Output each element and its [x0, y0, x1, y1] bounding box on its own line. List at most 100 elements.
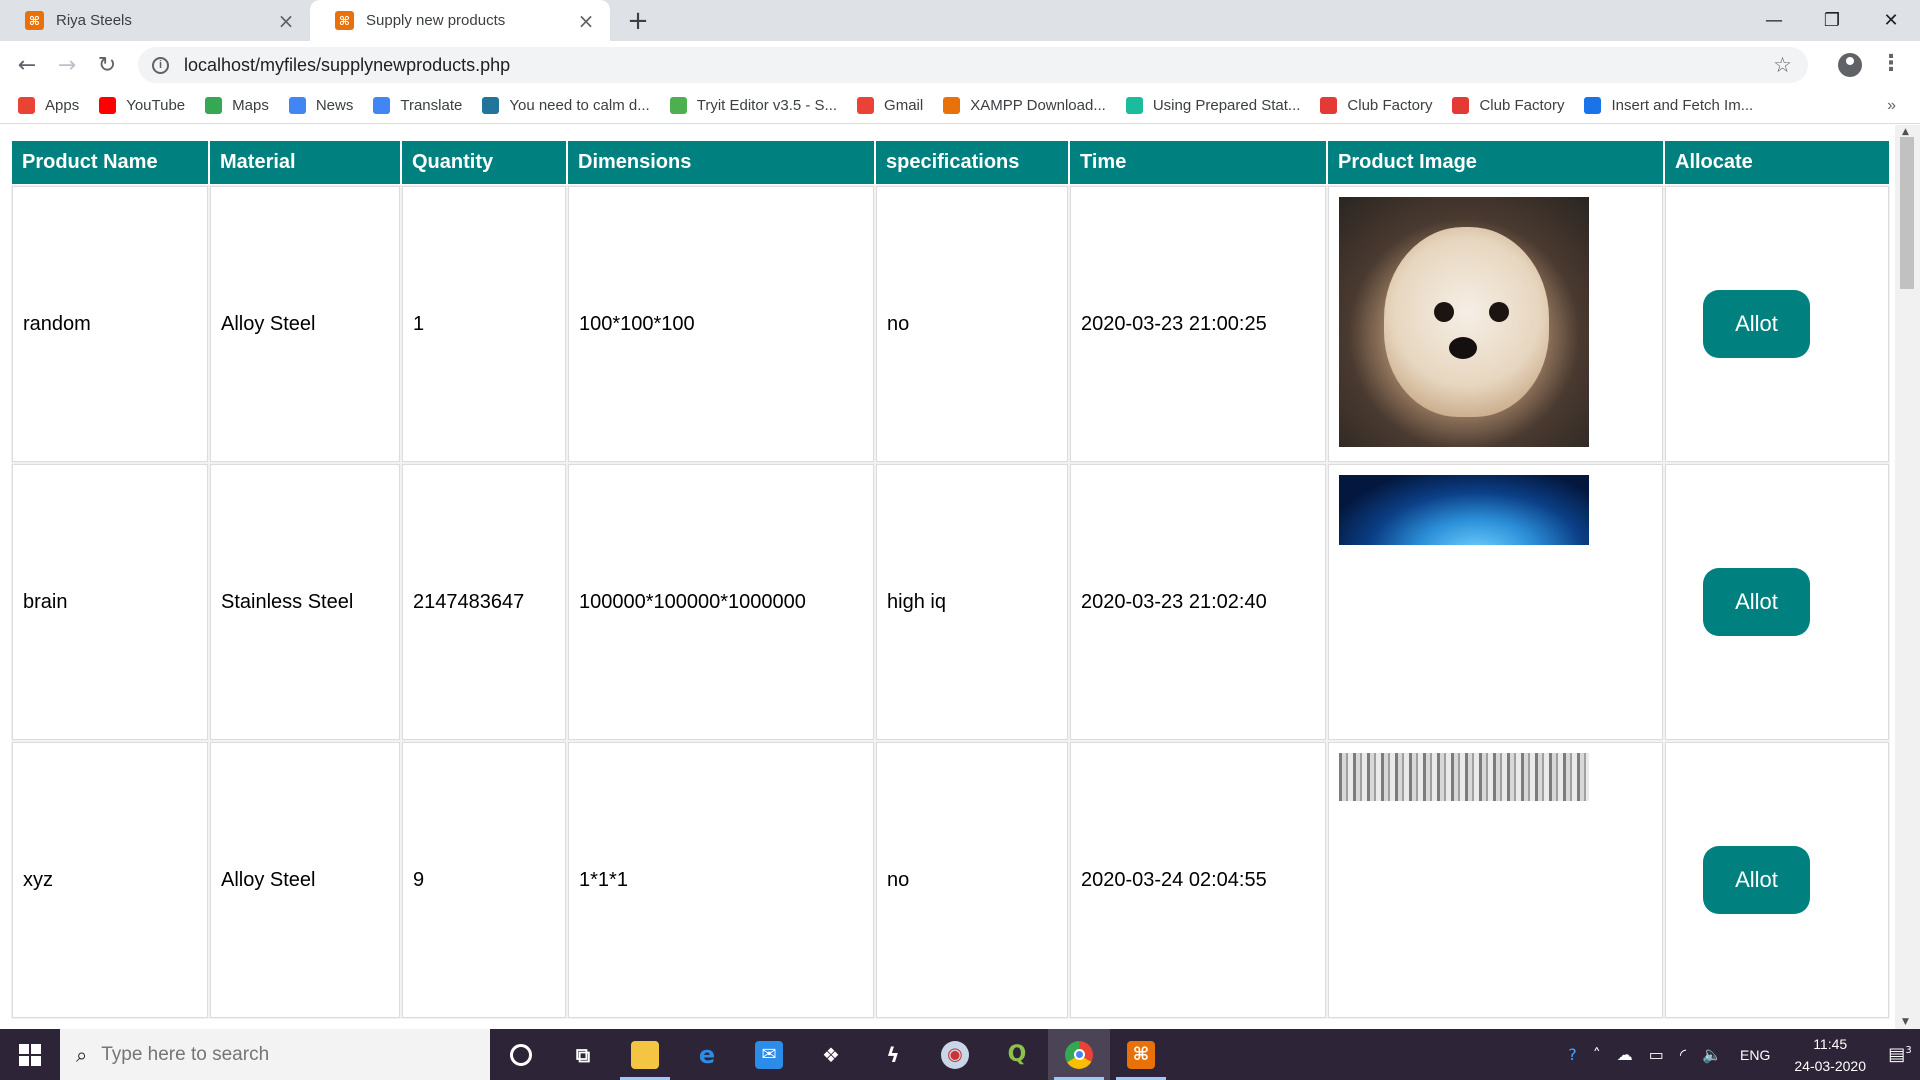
- bookmark-item[interactable]: Maps: [205, 97, 269, 114]
- taskbar-search[interactable]: ⌕: [60, 1029, 490, 1080]
- paint-icon[interactable]: ◉: [924, 1029, 986, 1080]
- cell-specifications: no: [875, 741, 1069, 1019]
- bookmark-item[interactable]: Club Factory: [1452, 97, 1564, 114]
- table-header-row: Product Name Material Quantity Dimension…: [12, 141, 1889, 184]
- bookmark-label: Club Factory: [1347, 97, 1433, 114]
- bookmark-label: News: [315, 97, 354, 114]
- cell-quantity: 1: [401, 185, 567, 463]
- volume-icon[interactable]: 🔈: [1702, 1045, 1722, 1064]
- file-explorer-icon[interactable]: [614, 1029, 676, 1080]
- column-header-allocate: Allocate: [1665, 141, 1889, 184]
- tab-title: Riya Steels: [56, 12, 132, 29]
- help-icon[interactable]: ?: [1568, 1045, 1577, 1064]
- clock[interactable]: 11:45 24-03-2020: [1794, 1033, 1866, 1077]
- table-row: brain Stainless Steel 2147483647 100000*…: [11, 463, 1890, 741]
- clock-time: 11:45: [1813, 1035, 1848, 1052]
- vertical-scrollbar[interactable]: ▲ ▼: [1895, 125, 1920, 1029]
- scroll-down-icon[interactable]: ▼: [1902, 1017, 1909, 1027]
- bookmark-item[interactable]: YouTube: [99, 97, 185, 114]
- notifications-icon[interactable]: ▤3: [1880, 1044, 1920, 1065]
- qgis-icon[interactable]: Q: [986, 1029, 1048, 1080]
- bookmark-item[interactable]: Apps: [18, 97, 79, 114]
- cell-product-image: [1327, 463, 1664, 741]
- cell-dimensions: 100*100*100: [567, 185, 875, 463]
- chrome-icon[interactable]: [1048, 1029, 1110, 1080]
- document-photo: [1339, 753, 1589, 801]
- tab-supply-new-products[interactable]: ⌘ Supply new products ×: [310, 0, 610, 41]
- tab-title: Supply new products: [366, 12, 506, 29]
- bookmark-label: Maps: [232, 97, 269, 114]
- xampp-icon: ⌘: [25, 11, 44, 30]
- column-header-specifications: specifications: [876, 141, 1068, 184]
- battery-icon[interactable]: ▭: [1649, 1045, 1664, 1064]
- browser-toolbar: ← → ↻ i ☆ ⋮: [0, 41, 1920, 88]
- kebab-menu-icon[interactable]: ⋮: [1880, 51, 1902, 76]
- bookmark-label: Using Prepared Stat...: [1152, 97, 1301, 114]
- bookmark-item[interactable]: Translate: [373, 97, 462, 114]
- bookmark-item[interactable]: Using Prepared Stat...: [1125, 97, 1301, 114]
- cell-specifications: no: [875, 185, 1069, 463]
- back-button[interactable]: ←: [11, 49, 43, 81]
- cell-product-name: brain: [11, 463, 209, 741]
- dropbox-icon[interactable]: ❖: [800, 1029, 862, 1080]
- onedrive-icon[interactable]: ☁: [1617, 1045, 1633, 1064]
- cell-product-image: [1327, 741, 1664, 1019]
- cell-dimensions: 100000*100000*1000000: [567, 463, 875, 741]
- gmail-icon: [857, 97, 875, 114]
- scroll-up-icon[interactable]: ▲: [1902, 127, 1909, 137]
- column-header-time: Time: [1070, 141, 1326, 184]
- pinned-app-icon[interactable]: ϟ: [862, 1029, 924, 1080]
- bookmark-item[interactable]: Tryit Editor v3.5 - S...: [669, 97, 838, 114]
- profile-icon[interactable]: [1838, 53, 1862, 77]
- bookmark-item[interactable]: Gmail: [857, 97, 923, 114]
- reload-button[interactable]: ↻: [91, 49, 123, 81]
- close-icon[interactable]: ×: [276, 9, 296, 33]
- windows-start-icon[interactable]: [0, 1029, 60, 1080]
- close-window-icon[interactable]: ✕: [1862, 0, 1920, 41]
- prepared-stat-icon: [1125, 97, 1143, 114]
- restore-icon[interactable]: ❐: [1803, 0, 1861, 41]
- table-row: random Alloy Steel 1 100*100*100 no 2020…: [11, 185, 1890, 463]
- allot-button[interactable]: Allot: [1703, 568, 1810, 636]
- column-header-dimensions: Dimensions: [568, 141, 874, 184]
- bookmarks-bar: Apps YouTube Maps News Translate You need to …: [0, 88, 1920, 124]
- info-icon[interactable]: i: [152, 56, 169, 74]
- bookmark-label: Tryit Editor v3.5 - S...: [696, 97, 838, 114]
- minimize-icon[interactable]: —: [1745, 0, 1803, 41]
- edge-icon[interactable]: e: [676, 1029, 738, 1080]
- cell-allocate: Allot: [1664, 185, 1890, 463]
- cell-time: 2020-03-23 21:02:40: [1069, 463, 1327, 741]
- column-header-material: Material: [210, 141, 400, 184]
- table-row: xyz Alloy Steel 9 1*1*1 no 2020-03-24 02…: [11, 741, 1890, 1019]
- scroll-thumb[interactable]: [1900, 137, 1914, 289]
- new-tab-button[interactable]: +: [622, 5, 654, 37]
- tab-riya-steels[interactable]: ⌘ Riya Steels ×: [0, 0, 310, 41]
- mail-icon[interactable]: ✉: [738, 1029, 800, 1080]
- bookmark-item[interactable]: Club Factory: [1320, 97, 1432, 114]
- dog-photo: [1339, 197, 1589, 447]
- bookmarks-overflow-icon[interactable]: »: [1887, 97, 1896, 115]
- xampp-taskbar-icon[interactable]: ⌘: [1110, 1029, 1172, 1080]
- address-bar[interactable]: i ☆: [138, 47, 1808, 83]
- allot-button[interactable]: Allot: [1703, 846, 1810, 914]
- bookmark-star-icon[interactable]: ☆: [1773, 53, 1792, 77]
- translate-icon: [373, 97, 391, 114]
- bookmark-item[interactable]: Insert and Fetch Im...: [1584, 97, 1753, 114]
- forward-button[interactable]: →: [51, 49, 83, 81]
- cell-product-name: xyz: [11, 741, 209, 1019]
- task-view-icon[interactable]: ⧉: [552, 1029, 614, 1080]
- bookmark-item[interactable]: XAMPP Download...: [943, 97, 1106, 114]
- taskbar-search-input[interactable]: [101, 1043, 462, 1066]
- language-indicator[interactable]: ENG: [1740, 1047, 1770, 1063]
- products-table: Product Name Material Quantity Dimension…: [10, 139, 1891, 1020]
- allot-button[interactable]: Allot: [1703, 290, 1810, 358]
- cortana-icon[interactable]: [490, 1029, 552, 1080]
- wifi-icon[interactable]: ◜: [1680, 1045, 1686, 1064]
- column-header-product-image: Product Image: [1328, 141, 1663, 184]
- w-icon: [1584, 97, 1602, 114]
- bookmark-item[interactable]: News: [288, 97, 354, 114]
- close-icon[interactable]: ×: [576, 9, 596, 33]
- bookmark-item[interactable]: You need to calm d...: [482, 97, 650, 114]
- show-hidden-icons-icon[interactable]: ˄: [1593, 1045, 1601, 1064]
- url-input[interactable]: [184, 54, 1684, 76]
